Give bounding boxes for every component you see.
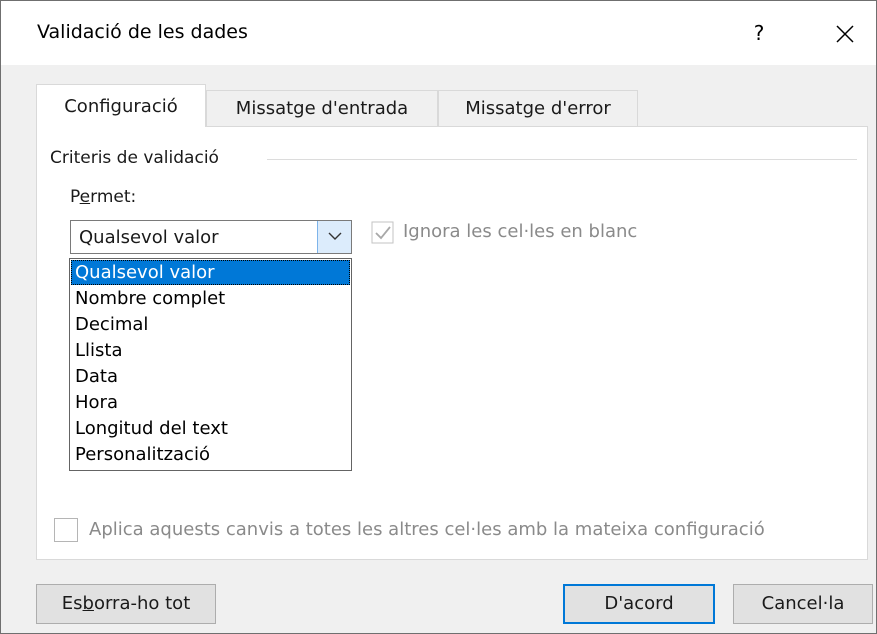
apply-all-checkbox[interactable] bbox=[54, 518, 78, 542]
tab-missatge-entrada[interactable]: Missatge d'entrada bbox=[206, 90, 438, 126]
dropdown-option-decimal[interactable]: Decimal bbox=[71, 312, 350, 337]
ignore-blank-label: Ignora les cel·les en blanc bbox=[403, 221, 638, 242]
dialog-window: Validació de les dades ? Configuració Mi… bbox=[0, 0, 877, 634]
allow-label: Permet: bbox=[70, 187, 137, 207]
clear-all-button[interactable]: Esborra-ho tot bbox=[36, 584, 216, 624]
dropdown-option-personalitzacio[interactable]: Personalització bbox=[71, 442, 350, 467]
ignore-blank-checkbox[interactable] bbox=[371, 221, 395, 245]
tab-configuracio[interactable]: Configuració bbox=[36, 84, 206, 127]
allow-combobox[interactable]: Qualsevol valor bbox=[70, 220, 352, 254]
dropdown-option-hora[interactable]: Hora bbox=[71, 390, 350, 415]
validation-criteria-heading: Criteris de validació bbox=[50, 148, 227, 168]
dialog-title: Validació de les dades bbox=[37, 21, 248, 43]
allow-dropdown-list[interactable]: Qualsevol valor Nombre complet Decimal L… bbox=[69, 258, 352, 471]
dropdown-option-qualsevol-valor[interactable]: Qualsevol valor bbox=[71, 260, 350, 285]
apply-all-label: Aplica aquests canvis a totes les altres… bbox=[89, 519, 765, 540]
dropdown-option-nombre-complet[interactable]: Nombre complet bbox=[71, 286, 350, 311]
checkmark-icon bbox=[371, 221, 394, 244]
dropdown-option-data[interactable]: Data bbox=[71, 364, 350, 389]
group-divider bbox=[267, 159, 857, 160]
cancel-button[interactable]: Cancel·la bbox=[733, 584, 873, 624]
tab-missatge-error[interactable]: Missatge d'error bbox=[438, 90, 638, 126]
ok-button[interactable]: D'acord bbox=[563, 584, 715, 624]
title-bar: Validació de les dades ? bbox=[1, 1, 876, 65]
help-button[interactable]: ? bbox=[739, 15, 779, 51]
close-icon bbox=[836, 24, 854, 43]
combobox-dropdown-button[interactable] bbox=[317, 221, 351, 253]
allow-combobox-value: Qualsevol valor bbox=[79, 227, 219, 248]
chevron-down-icon bbox=[328, 232, 341, 240]
close-button[interactable] bbox=[823, 15, 867, 51]
dropdown-option-llista[interactable]: Llista bbox=[71, 338, 350, 363]
dropdown-option-longitud-text[interactable]: Longitud del text bbox=[71, 416, 350, 441]
